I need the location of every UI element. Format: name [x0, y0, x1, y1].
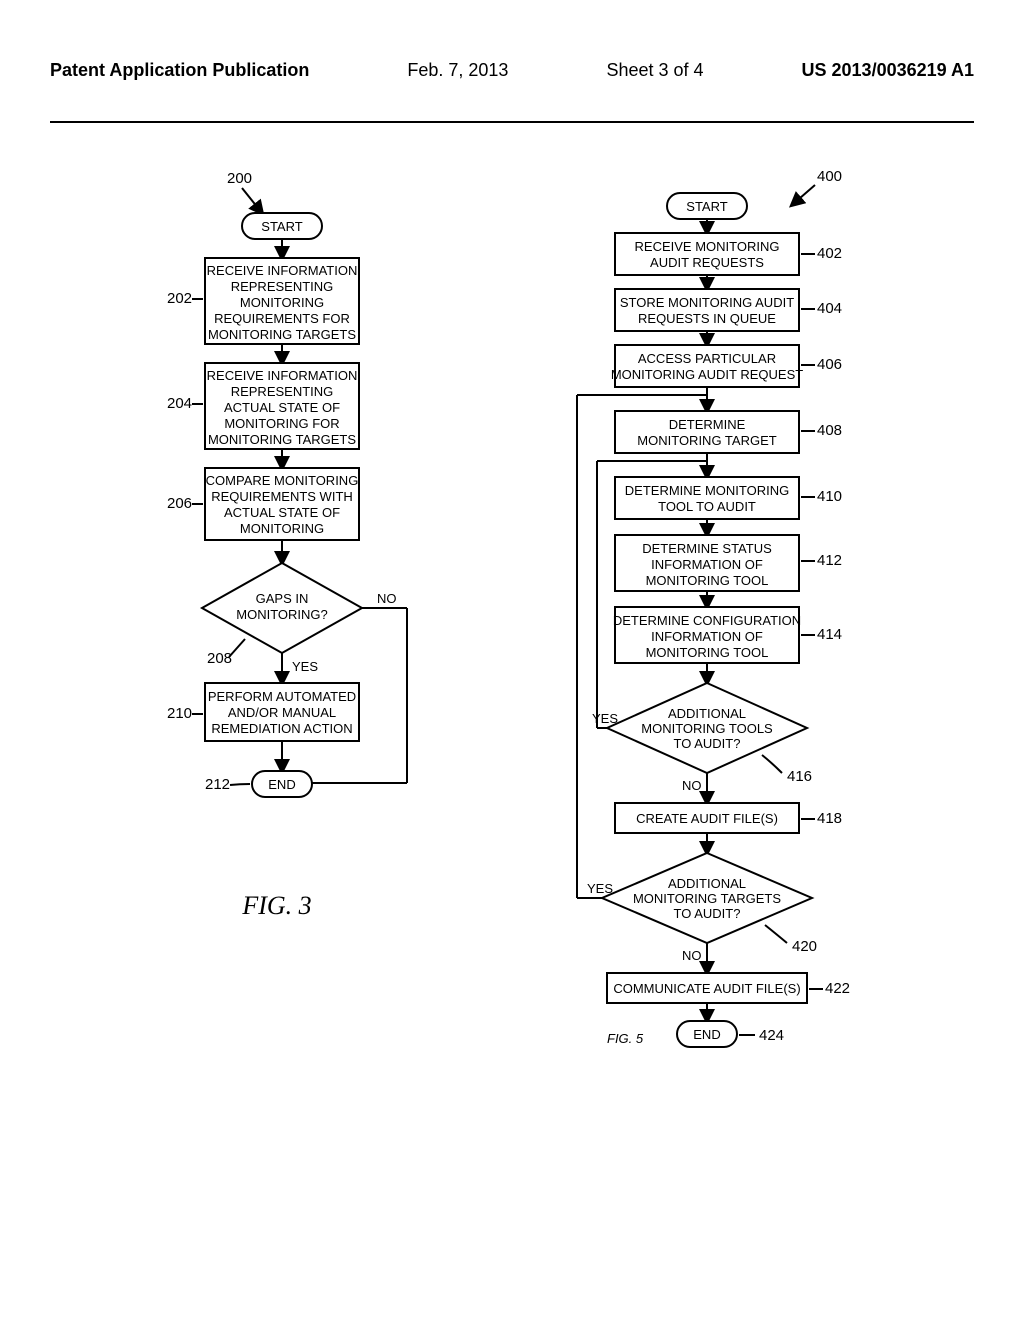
step-420-no: NO [682, 948, 702, 963]
step-210-line3: REMEDIATION ACTION [211, 721, 352, 736]
publication-label: Patent Application Publication [50, 60, 309, 81]
step-202-line3: MONITORING [240, 295, 324, 310]
step-420-ref: 420 [792, 938, 817, 955]
fig5-caption: FIG. 5 [607, 1031, 644, 1046]
step-424-ref: 424 [759, 1027, 784, 1044]
step-410-line2: TOOL TO AUDIT [658, 499, 756, 514]
step-206-line1: COMPARE MONITORING [206, 473, 359, 488]
step-402-line2: AUDIT REQUESTS [650, 255, 764, 270]
step-420-line3: TO AUDIT? [674, 906, 741, 921]
step-402-ref: 402 [817, 245, 842, 262]
publication-date: Feb. 7, 2013 [407, 60, 508, 81]
step-204-line1: RECEIVE INFORMATION [207, 368, 358, 383]
step-416-line3: TO AUDIT? [674, 736, 741, 751]
step-408-ref: 408 [817, 422, 842, 439]
fig3-column: 200 START RECEIVE INFORMATION REPRESENTI… [97, 163, 457, 1203]
step-414-line3: MONITORING TOOL [646, 645, 769, 660]
step-412-line1: DETERMINE STATUS [642, 541, 772, 556]
page-header: Patent Application Publication Feb. 7, 2… [50, 60, 974, 81]
step-208-no: NO [377, 591, 397, 606]
document-number: US 2013/0036219 A1 [802, 60, 974, 81]
step-210-ref: 210 [167, 705, 192, 722]
step-410-ref: 410 [817, 488, 842, 505]
step-206-line3: ACTUAL STATE OF [224, 505, 340, 520]
step-210-line1: PERFORM AUTOMATED [208, 689, 356, 704]
step-212-ref: 212 [205, 776, 230, 793]
step-208-line1: GAPS IN [256, 591, 309, 606]
step-208-line2: MONITORING? [236, 607, 328, 622]
step-420-line1: ADDITIONAL [668, 876, 746, 891]
step-414-line1: DETERMINE CONFIGURATION [613, 613, 801, 628]
step-202-line4: REQUIREMENTS FOR [214, 311, 350, 326]
step-416-line2: MONITORING TOOLS [641, 721, 773, 736]
step-202-line2: REPRESENTING [231, 279, 334, 294]
header-rule [50, 121, 974, 123]
fig5-ref: 400 [817, 168, 842, 185]
step-208-yes: YES [292, 659, 318, 674]
step-408-line1: DETERMINE [669, 417, 746, 432]
step-416-yes: YES [592, 711, 618, 726]
step-202-line1: RECEIVE INFORMATION [207, 263, 358, 278]
step-418-ref: 418 [817, 810, 842, 827]
step-208-ref: 208 [207, 650, 232, 667]
step-420-line2: MONITORING TARGETS [633, 891, 781, 906]
sheet-number: Sheet 3 of 4 [606, 60, 703, 81]
step-206-ref: 206 [167, 495, 192, 512]
step-408-line2: MONITORING TARGET [637, 433, 776, 448]
step-420-yes: YES [587, 881, 613, 896]
fig3-end: END [268, 777, 295, 792]
step-406-line2: MONITORING AUDIT REQUEST [611, 367, 803, 382]
step-406-line1: ACCESS PARTICULAR [638, 351, 776, 366]
step-406-ref: 406 [817, 356, 842, 373]
fig3-caption: FIG. 3 [97, 891, 457, 921]
step-412-ref: 412 [817, 552, 842, 569]
step-204-line2: REPRESENTING [231, 384, 334, 399]
step-404-ref: 404 [817, 300, 842, 317]
step-204-line4: MONITORING FOR [224, 416, 339, 431]
step-416-ref: 416 [787, 768, 812, 785]
step-210-line2: AND/OR MANUAL [228, 705, 336, 720]
step-412-line2: INFORMATION OF [651, 557, 763, 572]
step-206-line4: MONITORING [240, 521, 324, 536]
step-412-line3: MONITORING TOOL [646, 573, 769, 588]
fig3-svg: 200 START RECEIVE INFORMATION REPRESENTI… [97, 163, 457, 883]
step-410-line1: DETERMINE MONITORING [625, 483, 789, 498]
fig5-start: START [686, 199, 727, 214]
step-206-line2: REQUIREMENTS WITH [211, 489, 353, 504]
step-204-line3: ACTUAL STATE OF [224, 400, 340, 415]
step-404-line1: STORE MONITORING AUDIT [620, 295, 794, 310]
step-404-line2: REQUESTS IN QUEUE [638, 311, 776, 326]
fig5-column: 400 START RECEIVE MONITORING AUDIT REQUE… [497, 163, 927, 1203]
step-202-line5: MONITORING TARGETS [208, 327, 356, 342]
fig5-end: END [693, 1027, 720, 1042]
step-422-line1: COMMUNICATE AUDIT FILE(S) [613, 981, 800, 996]
step-422-ref: 422 [825, 980, 850, 997]
step-414-ref: 414 [817, 626, 842, 643]
step-414-line2: INFORMATION OF [651, 629, 763, 644]
fig3-start: START [261, 219, 302, 234]
step-418-line1: CREATE AUDIT FILE(S) [636, 811, 778, 826]
step-204-line5: MONITORING TARGETS [208, 432, 356, 447]
step-416-line1: ADDITIONAL [668, 706, 746, 721]
step-204-ref: 204 [167, 395, 192, 412]
step-202-ref: 202 [167, 290, 192, 307]
step-402-line1: RECEIVE MONITORING [635, 239, 780, 254]
fig3-ref: 200 [227, 170, 252, 187]
fig5-svg: 400 START RECEIVE MONITORING AUDIT REQUE… [497, 163, 927, 1203]
step-416-no: NO [682, 778, 702, 793]
